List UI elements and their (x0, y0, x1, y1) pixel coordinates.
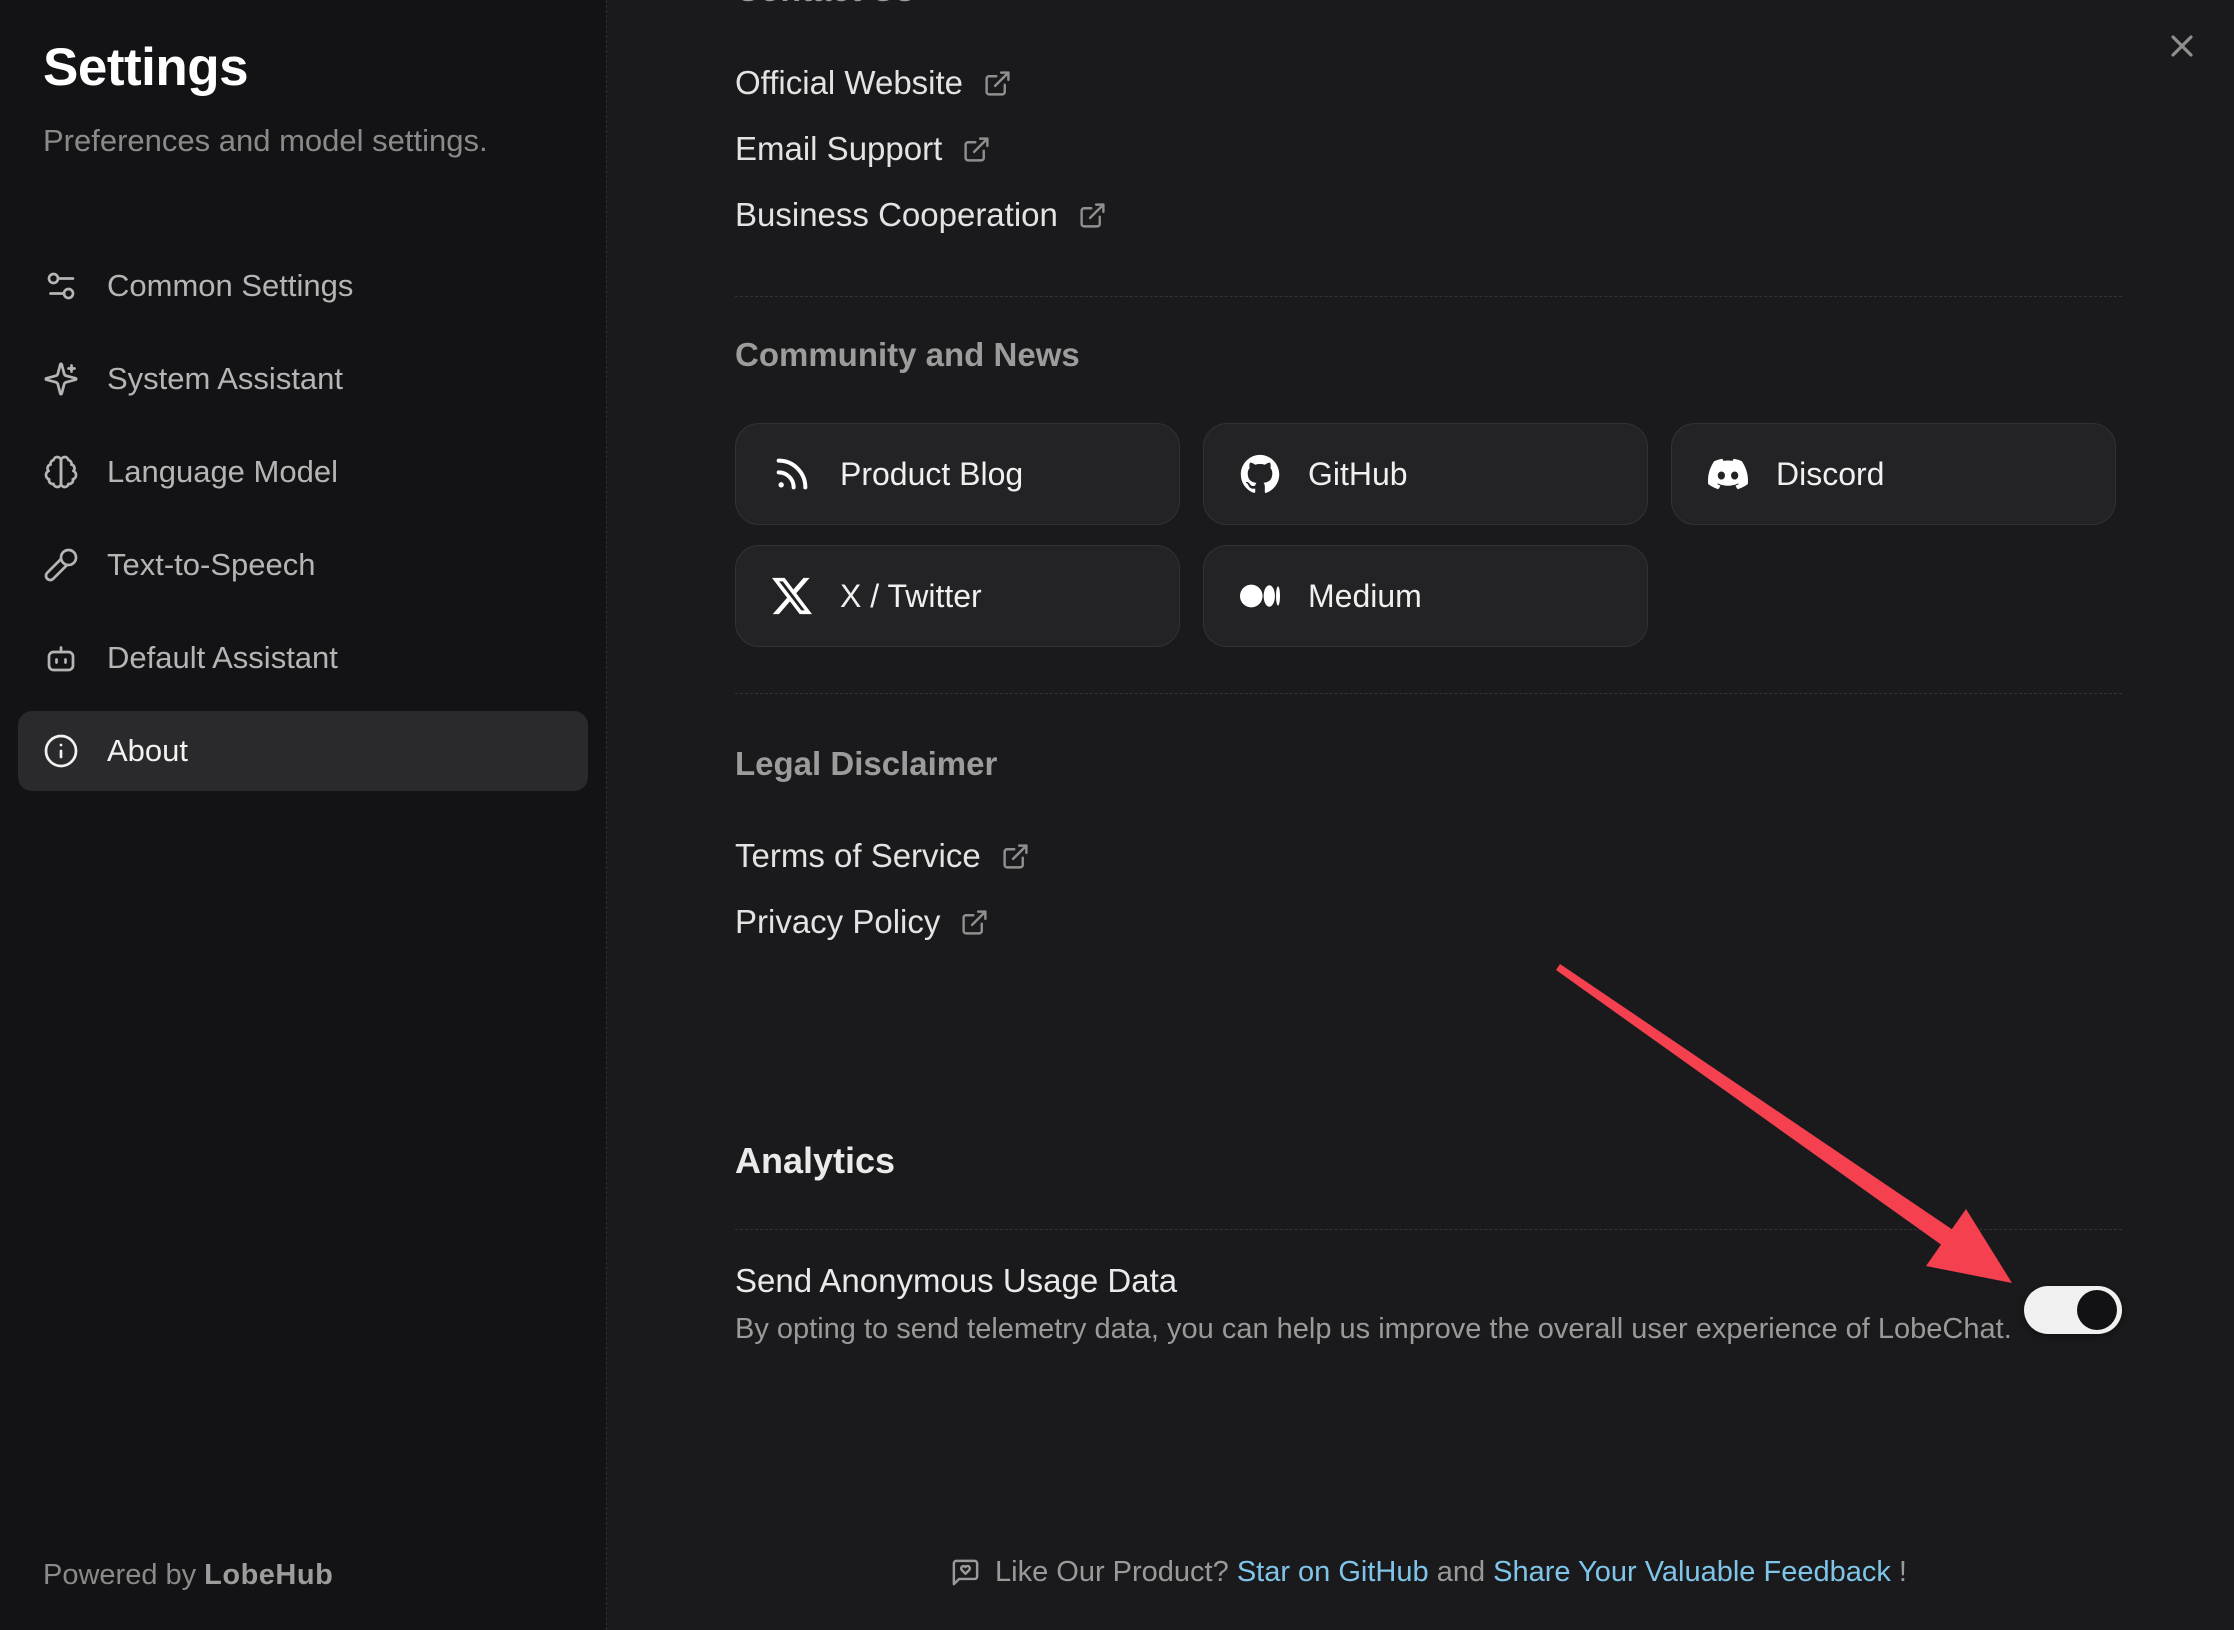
share-feedback-link[interactable]: Share Your Valuable Feedback (1493, 1556, 1891, 1589)
footer-text: ! (1891, 1556, 1907, 1589)
lobehub-brand: LobeHub (204, 1559, 333, 1591)
microphone-icon (43, 547, 79, 583)
community-heading: Community and News (735, 333, 2122, 377)
business-cooperation-link[interactable]: Business Cooperation (735, 182, 2122, 248)
powered-by: Powered byLobeHub (43, 1559, 333, 1592)
medium-icon (1240, 576, 1280, 616)
sidebar-item-label: Common Settings (107, 268, 353, 304)
legal-heading: Legal Disclaimer (735, 742, 2122, 786)
sidebar-item-default-assistant[interactable]: Default Assistant (18, 618, 588, 698)
message-heart-icon (950, 1557, 981, 1588)
about-content: Contact Us Official Website Email Suppor… (735, 0, 2122, 1349)
telemetry-setting-title: Send Anonymous Usage Data (735, 1259, 2012, 1303)
telemetry-setting-row: Send Anonymous Usage Data By opting to s… (735, 1259, 2122, 1349)
legal-links: Terms of Service Privacy Policy (735, 823, 2122, 955)
link-label: Official Website (735, 64, 963, 102)
page-title: Settings (43, 36, 563, 100)
info-icon (43, 733, 79, 769)
x-twitter-icon (772, 576, 812, 616)
sidebar-item-label: About (107, 733, 188, 769)
button-label: Product Blog (840, 456, 1023, 493)
external-link-icon (983, 69, 1012, 98)
sidebar-item-common-settings[interactable]: Common Settings (18, 246, 588, 326)
link-label: Terms of Service (735, 837, 981, 875)
privacy-policy-link[interactable]: Privacy Policy (735, 889, 2122, 955)
sidebar-item-label: System Assistant (107, 361, 343, 397)
about-settings-panel: Contact Us Official Website Email Suppor… (607, 0, 2234, 1630)
powered-by-text: Powered by (43, 1559, 196, 1591)
discord-icon (1708, 454, 1748, 494)
footer-text: Like Our Product? (995, 1556, 1237, 1589)
link-label: Business Cooperation (735, 196, 1058, 234)
button-label: X / Twitter (840, 578, 982, 615)
brain-icon (43, 454, 79, 490)
sidebar-item-label: Text-to-Speech (107, 547, 316, 583)
sidebar-item-about[interactable]: About (18, 711, 588, 791)
telemetry-toggle[interactable] (2024, 1286, 2122, 1334)
telemetry-setting-text: Send Anonymous Usage Data By opting to s… (735, 1259, 2012, 1349)
contact-links: Official Website Email Support Business … (735, 50, 2122, 248)
star-on-github-link[interactable]: Star on GitHub (1237, 1556, 1429, 1589)
github-icon (1240, 454, 1280, 494)
toggle-knob (2077, 1290, 2117, 1330)
x-twitter-button[interactable]: X / Twitter (735, 545, 1180, 647)
footer-text: and (1429, 1556, 1494, 1589)
link-label: Privacy Policy (735, 903, 940, 941)
section-divider (735, 296, 2122, 297)
external-link-icon (960, 908, 989, 937)
bot-icon (43, 640, 79, 676)
rss-icon (772, 454, 812, 494)
close-icon[interactable] (2164, 28, 2200, 64)
official-website-link[interactable]: Official Website (735, 50, 2122, 116)
external-link-icon (962, 135, 991, 164)
settings-sidebar: Settings Preferences and model settings.… (0, 0, 607, 1630)
sidebar-item-label: Default Assistant (107, 640, 338, 676)
product-blog-button[interactable]: Product Blog (735, 423, 1180, 525)
sidebar-item-language-model[interactable]: Language Model (18, 432, 588, 512)
contact-us-heading: Contact Us (735, 0, 2122, 10)
section-divider (735, 693, 2122, 694)
link-label: Email Support (735, 130, 942, 168)
page-subtitle: Preferences and model settings. (43, 120, 563, 162)
button-label: GitHub (1308, 456, 1408, 493)
external-link-icon (1078, 201, 1107, 230)
community-buttons: Product Blog GitHub Discord X / Twitter … (735, 423, 2122, 647)
github-button[interactable]: GitHub (1203, 423, 1648, 525)
sliders-icon (43, 268, 79, 304)
medium-button[interactable]: Medium (1203, 545, 1648, 647)
discord-button[interactable]: Discord (1671, 423, 2116, 525)
email-support-link[interactable]: Email Support (735, 116, 2122, 182)
terms-of-service-link[interactable]: Terms of Service (735, 823, 2122, 889)
section-divider (735, 1229, 2122, 1230)
settings-nav: Common Settings System Assistant Languag… (18, 246, 588, 791)
button-label: Medium (1308, 578, 1422, 615)
sidebar-item-system-assistant[interactable]: System Assistant (18, 339, 588, 419)
sidebar-item-text-to-speech[interactable]: Text-to-Speech (18, 525, 588, 605)
external-link-icon (1001, 842, 1030, 871)
sidebar-item-label: Language Model (107, 454, 338, 490)
button-label: Discord (1776, 456, 1884, 493)
feedback-footer: Like Our Product? Star on GitHub and Sha… (735, 1556, 2122, 1589)
sparkles-icon (43, 361, 79, 397)
analytics-heading: Analytics (735, 1139, 2122, 1183)
telemetry-setting-description: By opting to send telemetry data, you ca… (735, 1309, 2012, 1349)
